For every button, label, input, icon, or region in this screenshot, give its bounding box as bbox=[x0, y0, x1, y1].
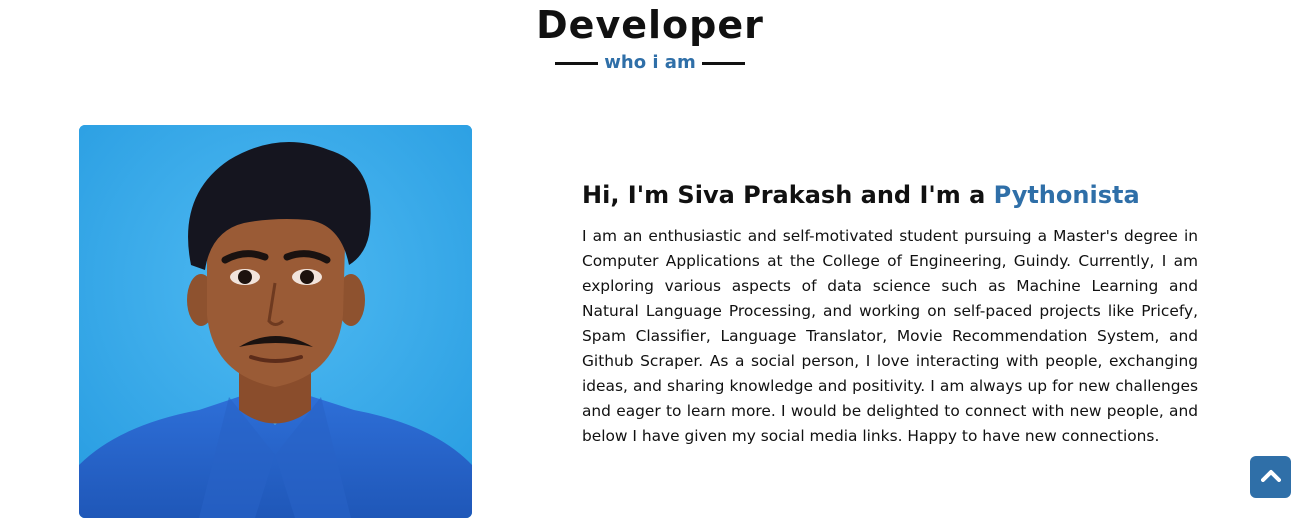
intro-heading: Hi, I'm Siva Prakash and I'm a Pythonist… bbox=[582, 178, 1202, 212]
scroll-to-top-button[interactable] bbox=[1250, 456, 1291, 498]
about-section: Developer who i am Hi, I'm Siva Prakash … bbox=[0, 0, 1300, 525]
chevron-up-icon bbox=[1260, 468, 1281, 487]
section-title: Developer bbox=[536, 3, 764, 47]
bio-paragraph: I am an enthusiastic and self-motivated … bbox=[582, 227, 1198, 445]
subtitle-text: who i am bbox=[604, 52, 696, 73]
subtitle-divider-left bbox=[555, 61, 599, 65]
intro-heading-accent: Pythonista bbox=[993, 181, 1140, 209]
profile-photo bbox=[79, 125, 472, 518]
section-subtitle: who i am bbox=[0, 50, 1300, 76]
intro-heading-text: Hi, I'm Siva Prakash and I'm a bbox=[582, 181, 986, 209]
subtitle-divider-right bbox=[701, 61, 745, 65]
